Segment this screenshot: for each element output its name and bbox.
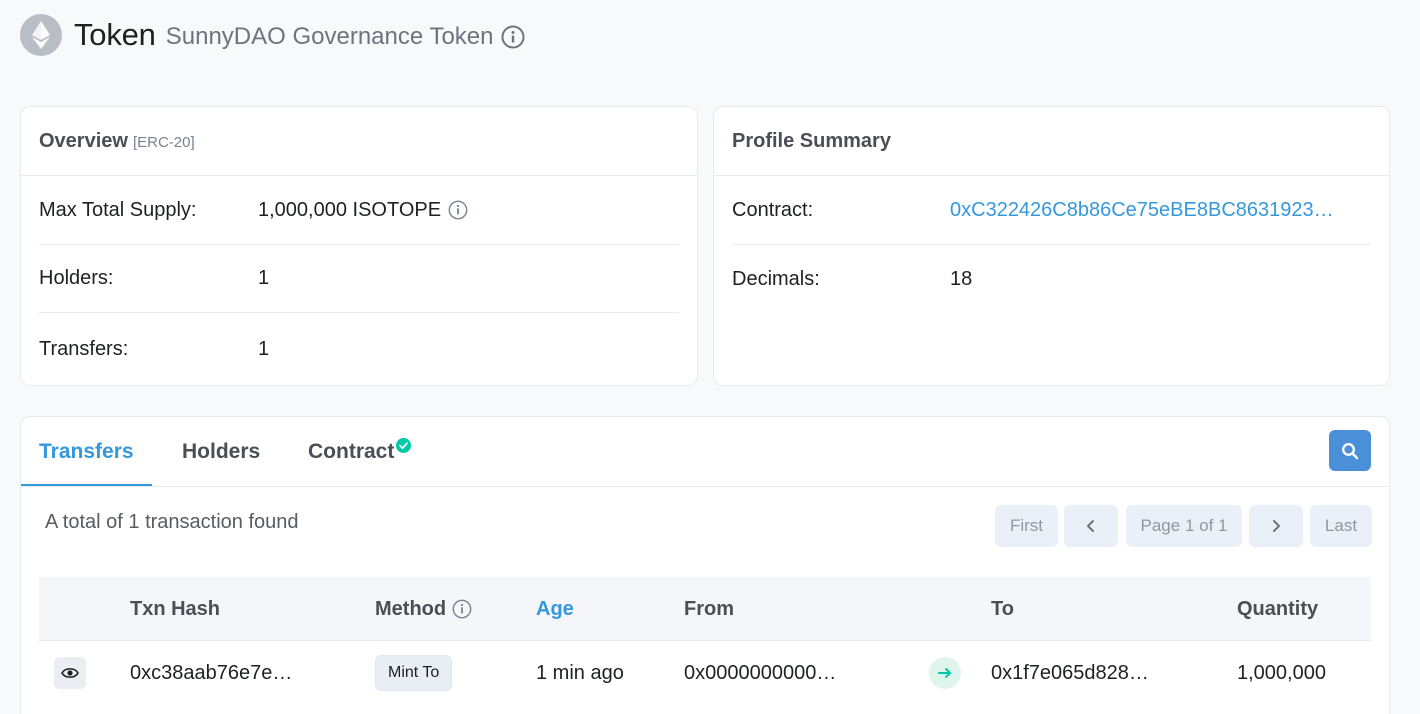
ethereum-icon [20,14,62,56]
tab-transfers[interactable]: Transfers [39,417,134,487]
row-label: Contract: [732,198,814,221]
pager-last-button[interactable]: Last [1310,505,1372,547]
view-details-button[interactable] [54,641,86,705]
pager-first-button[interactable]: First [995,505,1058,547]
verified-check-icon [396,437,412,453]
transfers-row: Transfers: 1 [39,313,679,385]
column-age-sort[interactable]: Age [536,577,574,641]
search-icon [1341,442,1359,460]
token-standard-badge: [ERC-20] [132,134,195,151]
search-button[interactable] [1329,430,1371,471]
pager-next-button[interactable] [1249,505,1303,547]
row-label: Decimals: [732,267,820,290]
row-label: Holders: [39,267,114,289]
column-label: Method [375,597,447,620]
tab-label: Transfers [39,440,134,463]
row-label: Max Total Supply: [39,198,197,221]
method-cell: Mint To [375,641,453,705]
row-label: Transfers: [39,337,129,360]
row-value: 1,000,000 ISOTOPE [258,198,442,221]
column-from: From [684,597,734,620]
active-tab-indicator [21,484,152,486]
transfers-card: Transfers Holders Contract A total of 1 … [20,416,1390,714]
table-row: 0xc38aab76e7e… Mint To 1 min ago 0x00000… [39,641,1371,705]
token-name: SunnyDAO Governance Token [165,23,494,50]
decimals-row: Decimals: 18 [732,245,1371,313]
page-header: Token SunnyDAO Governance Token [20,13,525,57]
contract-address-link[interactable]: 0xC322426C8b86Ce75eBE8BC8631923… [950,199,1334,222]
max-total-supply-value: 1,000,000 ISOTOPE [258,199,468,222]
method-badge: Mint To [375,655,453,691]
from-address-link[interactable]: 0x0000000000… [684,641,836,705]
profile-summary-card: Profile Summary Contract: 0xC322426C8b86… [713,106,1390,386]
tab-contract[interactable]: Contract [308,417,412,487]
pagination: First Page 1 of 1 Last [21,505,1391,547]
txn-hash-link[interactable]: 0xc38aab76e7e… [130,641,292,705]
overview-card-header: Overview [ERC-20] [21,107,697,176]
tab-label: Holders [182,440,261,463]
tab-holders[interactable]: Holders [182,417,260,487]
overview-title: Overview [39,129,128,152]
row-value: 18 [950,267,973,290]
column-to: To [991,597,1014,620]
tab-bar: Transfers Holders Contract [21,417,1389,487]
max-total-supply-row: Max Total Supply: 1,000,000 ISOTOPE [39,176,679,245]
profile-card-header: Profile Summary [714,107,1389,176]
profile-title: Profile Summary [732,129,891,152]
chevron-right-icon [1271,519,1281,533]
column-quantity: Quantity [1237,597,1319,620]
holders-row: Holders: 1 [39,245,679,313]
to-address-link[interactable]: 0x1f7e065d828… [991,641,1149,705]
tab-label: Contract [308,440,395,463]
column-method: Method [375,577,472,641]
age-cell: 1 min ago [536,661,624,684]
info-circle-icon[interactable] [448,200,468,220]
info-circle-icon[interactable] [452,599,472,619]
column-txn-hash: Txn Hash [130,597,221,620]
arrow-right-icon [929,657,961,689]
info-circle-icon[interactable] [501,25,525,49]
table-header: Txn Hash Method Age From To Quantity [39,577,1371,641]
row-value: 1 [258,337,270,360]
eye-icon [54,657,86,689]
page-title: Token [74,17,156,52]
overview-card: Overview [ERC-20] Max Total Supply: 1,00… [20,106,698,386]
pager-page-indicator: Page 1 of 1 [1126,505,1242,547]
pager-prev-button[interactable] [1064,505,1118,547]
chevron-left-icon [1086,519,1096,533]
direction-cell [929,641,961,705]
contract-row: Contract: 0xC322426C8b86Ce75eBE8BC863192… [732,176,1371,245]
row-value: 1 [258,267,270,289]
quantity-cell: 1,000,000 [1237,661,1326,684]
